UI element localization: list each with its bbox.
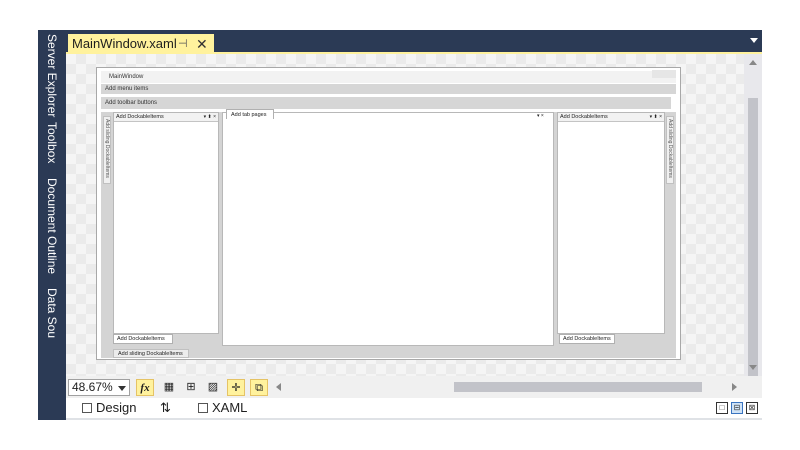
view-tabs-row: Design ⇅ XAML □ ⊟ ⊠	[66, 398, 762, 418]
document-tab-title: MainWindow.xaml	[72, 36, 177, 51]
left-pane-controls[interactable]: ▾ ⬍ ×	[204, 113, 216, 122]
center-tab-label: Add tab pages	[231, 112, 267, 118]
tab-dropdown-icon[interactable]	[750, 38, 758, 43]
scroll-left-icon[interactable]	[276, 383, 281, 391]
right-pane-header-label: Add DockableItems	[560, 114, 608, 120]
right-dock-pane[interactable]: Add DockableItems ▾ ⬍ ×	[557, 112, 665, 334]
grid-icon[interactable]: ▦	[160, 379, 178, 396]
horizontal-split-icon[interactable]: ⊟	[731, 402, 743, 414]
toolbar-placeholder[interactable]: Add toolbar buttons	[101, 97, 671, 109]
scroll-down-icon[interactable]	[749, 365, 757, 370]
right-pane-header: Add DockableItems ▾ ⬍ ×	[558, 113, 664, 122]
server-explorer-tab[interactable]: Server Explorer	[42, 34, 62, 117]
snap-to-grid-icon[interactable]: ⊞	[182, 379, 200, 396]
snaplines-icon[interactable]: ✛	[227, 379, 245, 396]
design-tab-label: Design	[96, 400, 137, 415]
close-icon[interactable]: ✕	[196, 34, 208, 54]
dock-area: Add sliding DockableItems Add DockableIt…	[101, 109, 676, 358]
zoom-combobox[interactable]: 48.67%	[68, 379, 130, 396]
document-tab-mainwindow[interactable]: MainWindow.xaml ⊣ ✕	[68, 34, 214, 54]
data-sources-tab[interactable]: Data Sou	[42, 288, 62, 338]
bottom-sliding-label: Add sliding DockableItems	[118, 351, 183, 357]
bottom-sliding-strip[interactable]: Add sliding DockableItems	[113, 349, 189, 358]
xaml-icon	[198, 403, 208, 413]
right-sliding-label: Add sliding DockableItems	[667, 119, 673, 178]
design-tab[interactable]: Design	[82, 398, 136, 418]
left-sliding-label: Add sliding DockableItems	[104, 119, 110, 178]
right-pane-controls[interactable]: ▾ ⬍ ×	[650, 113, 662, 122]
zoom-value: 48.67%	[72, 380, 113, 394]
right-pane-bottom-tab[interactable]: Add DockableItems	[559, 334, 615, 344]
left-tool-strip: Server Explorer Toolbox Document Outline…	[38, 30, 66, 420]
collapse-pane-icon[interactable]: ⊠	[746, 402, 758, 414]
center-document-pane[interactable]	[222, 112, 554, 346]
designer-toolbar: 48.67% fx ▦ ⊞ ▨ ✛ ⧉	[66, 376, 762, 398]
bottom-divider	[66, 418, 762, 420]
swap-panes-button[interactable]: ⇅	[160, 398, 171, 418]
menu-placeholder[interactable]: Add menu items	[101, 84, 676, 94]
scroll-right-icon[interactable]	[732, 383, 737, 391]
window-caption-buttons	[652, 70, 676, 78]
right-sliding-strip[interactable]: Add sliding DockableItems	[666, 116, 674, 184]
document-outline-tab[interactable]: Document Outline	[42, 178, 62, 274]
pin-icon[interactable]: ⊣	[178, 34, 188, 54]
fx-button[interactable]: fx	[136, 379, 154, 396]
artboard-background-icon[interactable]: ▨	[204, 379, 222, 396]
left-pane-bottom-tab[interactable]: Add DockableItems	[113, 334, 173, 344]
center-tab[interactable]: Add tab pages	[226, 109, 274, 119]
xaml-tab-label: XAML	[212, 400, 248, 415]
left-dock-pane[interactable]: Add DockableItems ▾ ⬍ ×	[113, 112, 219, 334]
right-pane-bottom-tab-label: Add DockableItems	[563, 336, 611, 342]
document-tab-bar: MainWindow.xaml ⊣ ✕	[66, 30, 762, 54]
window-title: MainWindow	[109, 74, 144, 80]
vertical-split-icon[interactable]: □	[716, 402, 728, 414]
left-pane-header-label: Add DockableItems	[116, 114, 164, 120]
left-sliding-strip[interactable]: Add sliding DockableItems	[103, 116, 111, 184]
center-pane-controls[interactable]: ▾ ×	[537, 112, 544, 120]
vertical-scroll-thumb[interactable]	[748, 98, 758, 388]
horizontal-scroll-thumb[interactable]	[454, 382, 702, 392]
scroll-up-icon[interactable]	[749, 60, 757, 65]
menu-placeholder-label: Add menu items	[105, 86, 149, 92]
toolbar-placeholder-label: Add toolbar buttons	[105, 100, 158, 106]
window-title-bar: MainWindow	[101, 71, 676, 83]
window-preview[interactable]: MainWindow Add menu items Add toolbar bu…	[96, 67, 681, 360]
toolbox-tab[interactable]: Toolbox	[42, 122, 62, 163]
left-pane-header: Add DockableItems ▾ ⬍ ×	[114, 113, 218, 122]
vertical-scrollbar[interactable]	[744, 54, 762, 388]
design-icon	[82, 403, 92, 413]
project-code-icon[interactable]: ⧉	[250, 379, 268, 396]
visual-studio-window: Server Explorer Toolbox Document Outline…	[0, 0, 800, 450]
xaml-tab[interactable]: XAML	[198, 398, 247, 418]
left-pane-bottom-tab-label: Add DockableItems	[117, 336, 165, 342]
chevron-down-icon[interactable]	[118, 386, 126, 391]
